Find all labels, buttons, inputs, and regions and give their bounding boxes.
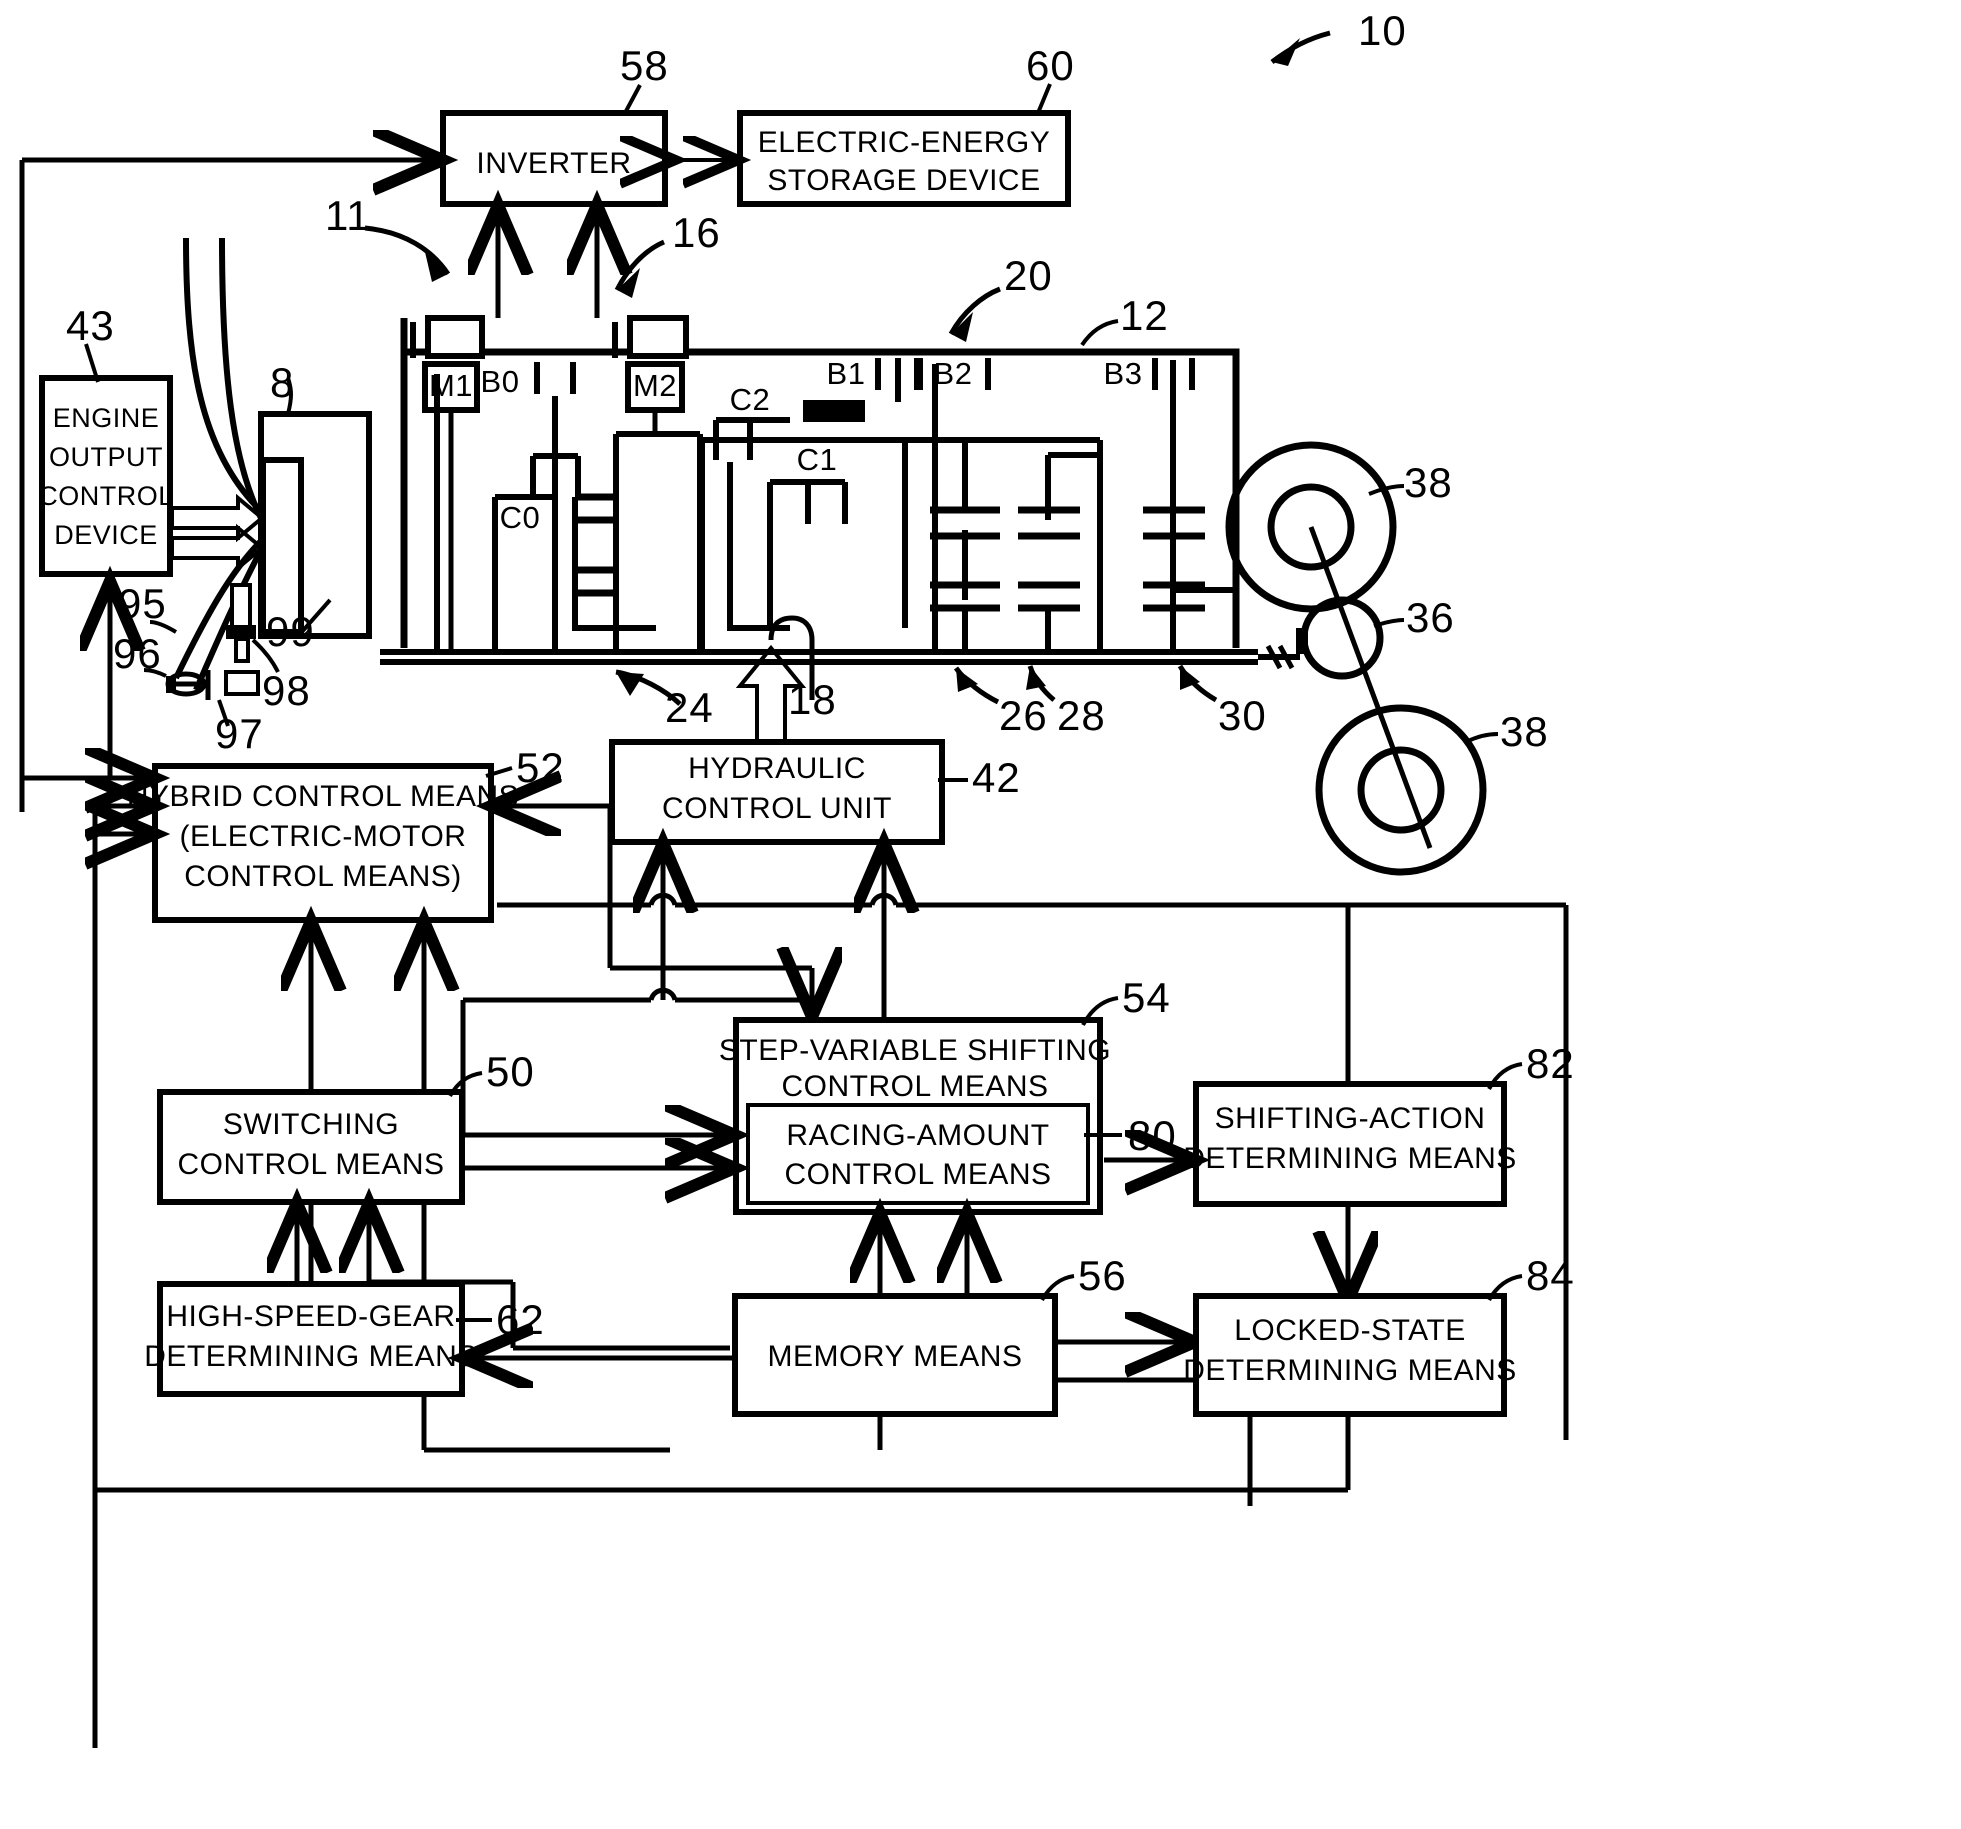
engine-ctrl-label-3: CONTROL <box>38 481 174 511</box>
patent-figure-canvas: M1 M2 B0 C0 C2 C1 B1 B2 B3 INVERTER ELEC… <box>0 0 1961 1829</box>
c1-label: C1 <box>797 442 838 477</box>
m2-label: M2 <box>633 368 677 403</box>
ref-30: 30 <box>1218 692 1267 739</box>
inverter-label: INVERTER <box>476 147 631 180</box>
c2-drum-inner <box>727 462 790 631</box>
sensor-96-cap <box>166 676 176 693</box>
m2-housing <box>627 315 689 359</box>
engine-control-arrow-lower <box>170 523 266 573</box>
ref-28: 28 <box>1057 692 1106 739</box>
ref-30-leader <box>1177 664 1218 703</box>
ref-58: 58 <box>620 42 669 89</box>
ref-96: 96 <box>113 630 162 677</box>
ref-56: 56 <box>1078 1252 1127 1299</box>
ref-58-leader <box>623 84 642 114</box>
hsg-label-1: HIGH-SPEED-GEAR <box>166 1300 455 1333</box>
storage-label-1: ELECTRIC-ENERGY <box>758 126 1051 159</box>
ref-52: 52 <box>516 744 565 791</box>
c0-label: C0 <box>500 500 541 535</box>
storage-label-2: STORAGE DEVICE <box>767 164 1040 197</box>
step-variable-label-1: STEP-VARIABLE SHIFTING <box>719 1034 1111 1067</box>
switching-label-1: SWITCHING <box>223 1108 399 1141</box>
ref-16-leader <box>614 239 666 298</box>
ref-12-leader <box>1080 319 1119 347</box>
b1-label: B1 <box>827 356 866 391</box>
ref-38-upper: 38 <box>1404 459 1453 506</box>
hybrid-label-3: CONTROL MEANS) <box>184 860 462 893</box>
ref-20-leader <box>948 286 1001 342</box>
wheel-lower-outer <box>1315 704 1487 876</box>
ref-16: 16 <box>672 209 721 256</box>
bus-c-right <box>675 997 815 1012</box>
locked-state-label-1: LOCKED-STATE <box>1234 1314 1466 1347</box>
b1-band <box>803 400 865 422</box>
sensor-99-shaft <box>234 637 250 663</box>
ref-84: 84 <box>1526 1252 1575 1299</box>
b2-label: B2 <box>934 356 973 391</box>
ref-10: 10 <box>1358 7 1407 54</box>
ref-8: 8 <box>270 359 294 406</box>
wheel-lower-inner <box>1357 746 1445 834</box>
engine-control-arrow-upper <box>170 493 266 543</box>
hydraulic-label-2: CONTROL UNIT <box>662 792 892 825</box>
racing-label-2: CONTROL MEANS <box>784 1158 1051 1191</box>
ref-98: 98 <box>262 667 311 714</box>
ref-54: 54 <box>1122 974 1171 1021</box>
ref-97: 97 <box>215 710 264 757</box>
engine-curve-2 <box>219 237 265 522</box>
ref-95: 95 <box>118 580 167 627</box>
hsg-label-2: DETERMINING MEANS <box>144 1340 478 1373</box>
step-variable-label-2: CONTROL MEANS <box>781 1070 1048 1103</box>
axle-shaft <box>1308 526 1433 849</box>
b3-label: B3 <box>1104 356 1143 391</box>
racing-label-1: RACING-AMOUNT <box>786 1119 1049 1152</box>
ref-42: 42 <box>972 754 1021 801</box>
ref-11-leader <box>364 225 451 282</box>
ref-26: 26 <box>999 692 1048 739</box>
ref-80: 80 <box>1128 1112 1177 1159</box>
engine-ctrl-label-1: ENGINE <box>53 403 160 433</box>
ref-38-lower-leader <box>1465 732 1499 744</box>
engine-ctrl-label-4: DEVICE <box>54 520 158 550</box>
sensor-99-plate <box>226 625 256 639</box>
ref-20: 20 <box>1004 252 1053 299</box>
ref-18: 18 <box>788 676 837 723</box>
hybrid-label-1: HYBRID CONTROL MEANS <box>127 780 519 813</box>
figure-id-leader <box>1270 30 1331 66</box>
ref-36: 36 <box>1406 594 1455 641</box>
shifting-action-label-2: DETERMINING MEANS <box>1183 1142 1517 1175</box>
ref-11: 11 <box>325 192 371 239</box>
ref-12: 12 <box>1120 292 1169 339</box>
engine-ctrl-label-2: OUTPUT <box>49 442 163 472</box>
engine-inner <box>260 457 304 635</box>
ref-62: 62 <box>496 1296 545 1343</box>
locked-state-label-2: DETERMINING MEANS <box>1183 1354 1517 1387</box>
ref-50: 50 <box>486 1048 535 1095</box>
switching-label-2: CONTROL MEANS <box>177 1148 444 1181</box>
ref-24: 24 <box>665 684 714 731</box>
ref-26-leader <box>953 666 1000 705</box>
ref-38-lower: 38 <box>1500 708 1549 755</box>
hydraulic-label-1: HYDRAULIC <box>688 752 866 785</box>
sensor-99-stem <box>230 583 252 629</box>
ref-60: 60 <box>1026 42 1075 89</box>
hybrid-label-2: (ELECTRIC-MOTOR <box>180 820 467 853</box>
ref-82: 82 <box>1526 1040 1575 1087</box>
hybrid-input-2-line <box>92 803 110 834</box>
ref-99: 99 <box>266 608 315 655</box>
b0-label: B0 <box>481 364 520 399</box>
m1-housing <box>425 315 485 359</box>
memory-label: MEMORY MEANS <box>768 1340 1023 1373</box>
block-diagram-svg: M1 M2 B0 C0 C2 C1 B1 B2 B3 INVERTER ELEC… <box>19 7 1575 1748</box>
shifting-action-label-1: SHIFTING-ACTION <box>1215 1102 1486 1135</box>
ref-43: 43 <box>66 302 115 349</box>
c2-label: C2 <box>730 382 771 417</box>
diff-pinion <box>1296 628 1308 654</box>
sensor-98-box <box>224 670 260 696</box>
